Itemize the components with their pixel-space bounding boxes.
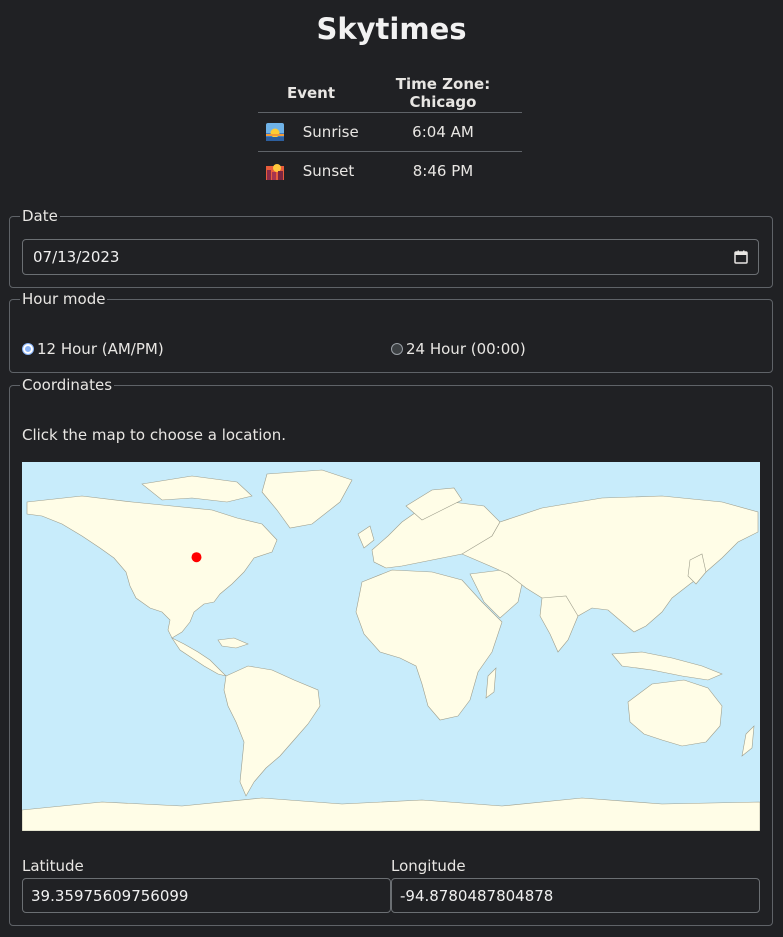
latitude-field[interactable]: 39.35975609756099 — [22, 878, 391, 913]
event-time: 8:46 PM — [412, 162, 474, 180]
longitude-field[interactable]: -94.8780487804878 — [391, 878, 760, 913]
sun-times-table: Event Time Zone: Chicago Sunrise 6:04 AM — [258, 74, 522, 190]
indonesia — [611, 651, 723, 681]
uk-ireland — [357, 525, 375, 549]
new-zealand — [741, 725, 755, 757]
date-legend: Date — [22, 207, 58, 225]
greenland — [261, 469, 353, 529]
event-cell: Sunrise — [258, 112, 364, 152]
south-america — [223, 665, 321, 797]
radio-12-hour[interactable]: 12 Hour (AM/PM) — [22, 340, 164, 358]
radio-12-hour-label: 12 Hour (AM/PM) — [37, 340, 164, 358]
radio-12-hour-dot[interactable] — [22, 343, 34, 355]
event-name: Sunset — [302, 161, 355, 180]
antarctica — [22, 797, 760, 831]
event-column-header: Event — [258, 74, 364, 113]
north-america — [26, 495, 278, 639]
longitude-value: -94.8780487804878 — [400, 886, 554, 905]
event-name: Sunrise — [302, 122, 359, 141]
location-marker — [191, 552, 202, 563]
skytimes-page: Skytimes Event Time Zone: Chicago Sunris… — [0, 0, 783, 937]
caribbean — [217, 637, 249, 649]
longitude-label: Longitude — [391, 857, 466, 875]
latitude-value: 39.35975609756099 — [31, 886, 189, 905]
central-america — [171, 637, 227, 677]
hour-mode-fieldset: Hour mode — [9, 290, 773, 373]
event-cell: Sunset — [258, 152, 364, 191]
world-map[interactable] — [22, 462, 760, 831]
table-row: Sunrise 6:04 AM — [258, 112, 522, 152]
radio-24-hour-dot[interactable] — [391, 343, 403, 355]
arctic-islands — [141, 475, 253, 503]
timezone-column-header: Time Zone: Chicago — [364, 74, 522, 113]
madagascar — [485, 667, 497, 699]
map-hint: Click the map to choose a location. — [22, 426, 286, 444]
radio-24-hour-label: 24 Hour (00:00) — [406, 340, 526, 358]
land-masses — [22, 469, 760, 831]
calendar-icon[interactable] — [734, 250, 748, 264]
latitude-label: Latitude — [22, 857, 84, 875]
sunrise-icon — [266, 123, 284, 142]
date-input[interactable]: 07/13/2023 — [22, 239, 759, 275]
coordinates-legend: Coordinates — [22, 376, 113, 394]
australia — [627, 679, 723, 747]
sunset-icon — [266, 164, 284, 181]
date-value: 07/13/2023 — [33, 248, 120, 266]
world-map-svg[interactable] — [22, 462, 760, 831]
page-title: Skytimes — [316, 12, 467, 46]
hour-mode-legend: Hour mode — [22, 290, 106, 308]
event-time: 6:04 AM — [364, 112, 522, 152]
radio-24-hour[interactable]: 24 Hour (00:00) — [391, 340, 526, 358]
table-row: Sunset 8:46 PM — [258, 152, 522, 191]
